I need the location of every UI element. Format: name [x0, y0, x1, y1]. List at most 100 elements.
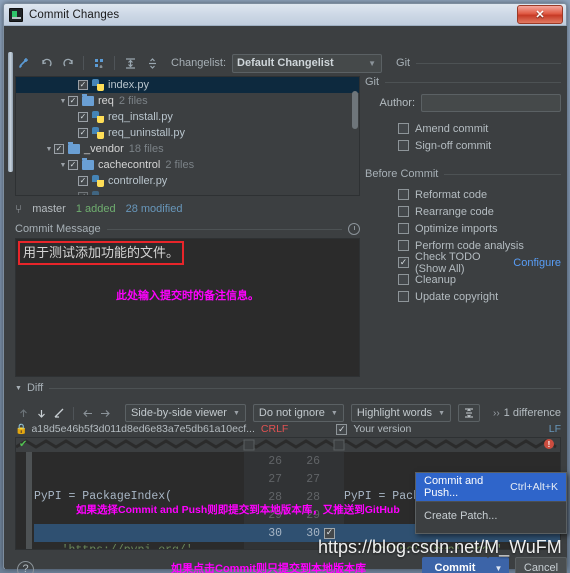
checkbox-box[interactable] — [398, 123, 409, 134]
commit-button[interactable]: Commit — [422, 557, 488, 573]
commit-message-label: Commit Message — [15, 223, 101, 235]
chevron-down-icon[interactable]: ▼ — [488, 557, 509, 573]
checkbox-check-todo[interactable]: ✓ Check TODO (Show All) Configure — [398, 251, 561, 275]
dir-name: _vendor — [84, 143, 124, 155]
checkbox-box[interactable] — [398, 274, 409, 285]
branch-icon: ⑂ — [15, 202, 23, 216]
cancel-button[interactable]: Cancel — [515, 557, 567, 573]
window-scrollbar[interactable] — [7, 52, 14, 212]
history-clock-icon[interactable] — [348, 223, 360, 235]
file-checkbox[interactable]: ✓ — [78, 80, 88, 90]
tree-row[interactable]: ✓ req_uninstall.py — [16, 125, 359, 141]
author-row: Author: — [365, 94, 561, 112]
file-checkbox[interactable]: ✓ — [78, 112, 88, 122]
diff-toolbar: Side-by-side viewer ▼ Do not ignore ▼ Hi… — [15, 403, 561, 423]
configure-todo-link[interactable]: Configure — [513, 257, 561, 269]
revert-icon[interactable] — [35, 53, 57, 73]
checkbox-box[interactable] — [398, 223, 409, 234]
dir-name: cachecontrol — [98, 159, 161, 171]
ok-check-icon: ✔ — [19, 439, 28, 450]
checkbox-reformat-code[interactable]: Reformat code — [398, 186, 561, 203]
chevron-down-icon: ▼ — [330, 409, 338, 417]
diff-left-pane[interactable]: PyPI = PackageIndex( 'https://pypi.org/'… — [34, 452, 244, 549]
arrow-left-icon[interactable] — [79, 404, 97, 422]
arrow-down-icon[interactable] — [33, 404, 51, 422]
checkbox-update-copyright[interactable]: Update copyright — [398, 288, 561, 305]
close-icon[interactable]: ✕ — [517, 5, 563, 24]
collapse-unchanged-icon[interactable] — [458, 404, 480, 422]
file-checkbox[interactable]: ✓ — [78, 192, 88, 195]
commit-message-annotation: 此处输入提交时的备注信息。 — [116, 290, 259, 302]
checkbox-rearrange-code[interactable]: Rearrange code — [398, 203, 561, 220]
checkbox-sign-off-commit[interactable]: Sign-off commit — [398, 137, 561, 154]
chevron-down-icon: ▼ — [232, 409, 240, 417]
checkbox-label: Check TODO (Show All) — [415, 250, 481, 275]
chevron-down-icon[interactable]: ▼ — [44, 146, 54, 153]
dir-file-count: 18 files — [128, 143, 164, 155]
checkbox-box[interactable] — [398, 291, 409, 302]
tree-row[interactable]: ▼ ✓ _vendor 18 files — [16, 141, 359, 157]
chevron-down-icon[interactable]: ▼ — [15, 385, 22, 392]
difference-count: 1 difference — [503, 407, 561, 419]
checkbox-box[interactable]: ✓ — [398, 257, 409, 268]
file-checkbox[interactable]: ✓ — [78, 128, 88, 138]
more-chevrons-icon[interactable]: ›› — [493, 408, 500, 419]
group-by-icon[interactable] — [88, 53, 110, 73]
tree-status-bar: ⑂ master 1 added 28 modified — [15, 201, 360, 217]
tree-row[interactable]: ✓ index.py — [16, 77, 359, 93]
help-icon[interactable]: ? — [17, 560, 34, 573]
python-file-icon — [92, 111, 104, 123]
highlight-mode-dropdown[interactable]: Highlight words ▼ — [350, 404, 451, 422]
checkbox-optimize-imports[interactable]: Optimize imports — [398, 220, 561, 237]
collapse-all-icon[interactable] — [141, 53, 163, 73]
changed-files-tree[interactable]: ✓ index.py ▼ ✓ req 2 files ✓ req_install… — [15, 76, 360, 196]
viewer-mode-dropdown[interactable]: Side-by-side viewer ▼ — [124, 404, 246, 422]
your-version-checkbox[interactable]: ✓ — [336, 423, 348, 435]
chevron-down-icon[interactable]: ▼ — [58, 98, 68, 105]
lock-icon: 🔒 — [15, 423, 28, 435]
section-divider — [106, 228, 342, 230]
checkbox-box[interactable] — [398, 189, 409, 200]
author-field[interactable] — [421, 94, 561, 112]
modified-count: 28 modified — [125, 203, 183, 215]
arrow-right-icon[interactable] — [96, 404, 114, 422]
menu-item-create-patch[interactable]: Create Patch... — [416, 502, 566, 530]
file-checkbox[interactable]: ✓ — [78, 176, 88, 186]
diff-section-header[interactable]: ▼ Diff — [15, 382, 561, 394]
watermark: https://blog.csdn.net/M_WuFM — [318, 537, 562, 557]
section-divider — [385, 81, 561, 83]
whitespace-mode-dropdown[interactable]: Do not ignore ▼ — [252, 404, 344, 422]
gutter-row: 26 26 — [244, 452, 344, 470]
tree-row[interactable]: ✓ req_install.py — [16, 109, 359, 125]
git-section-title: Git — [365, 76, 380, 88]
checkbox-box[interactable] — [398, 140, 409, 151]
tree-row[interactable]: ▼ ✓ req 2 files — [16, 93, 359, 109]
before-commit-section-header: Before Commit — [365, 168, 561, 180]
tree-row[interactable]: ▼ ✓ cachecontrol 2 files — [16, 157, 359, 173]
diff-collapsed-region: ✔ ! — [16, 438, 560, 452]
tree-row-partial[interactable]: ✓ — [16, 189, 359, 195]
chevron-down-icon[interactable]: ▼ — [58, 162, 68, 169]
pencil-icon[interactable] — [50, 404, 68, 422]
file-checkbox[interactable]: ✓ — [54, 144, 64, 154]
viewer-mode-value: Side-by-side viewer — [130, 407, 227, 419]
refresh-icon[interactable] — [57, 53, 79, 73]
commit-message-input[interactable]: 用于测试添加功能的文件。 此处输入提交时的备注信息。 — [15, 238, 360, 377]
checkbox-box[interactable] — [398, 206, 409, 217]
file-checkbox[interactable]: ✓ — [68, 96, 78, 106]
file-checkbox[interactable]: ✓ — [68, 160, 78, 170]
commit-options-popup-menu[interactable]: Commit and Push... Ctrl+Alt+K Create Pat… — [415, 472, 567, 534]
desktop-background: Commit Changes ✕ Changelist: Default Cha… — [0, 0, 570, 573]
tree-scrollbar[interactable] — [352, 91, 358, 129]
add-to-changelist-icon[interactable] — [13, 53, 35, 73]
menu-item-commit-and-push[interactable]: Commit and Push... Ctrl+Alt+K — [416, 473, 566, 501]
checkbox-amend-commit[interactable]: Amend commit — [398, 120, 561, 137]
before-commit-title: Before Commit — [365, 168, 439, 180]
checkbox-box[interactable] — [398, 240, 409, 251]
error-dot-icon[interactable]: ! — [544, 439, 554, 449]
changelist-dropdown[interactable]: Default Changelist ▼ — [232, 53, 383, 73]
expand-all-icon[interactable] — [119, 53, 141, 73]
line-number-left: 30 — [268, 526, 282, 540]
tree-row[interactable]: ✓ controller.py — [16, 173, 359, 189]
arrow-up-icon[interactable] — [15, 404, 33, 422]
